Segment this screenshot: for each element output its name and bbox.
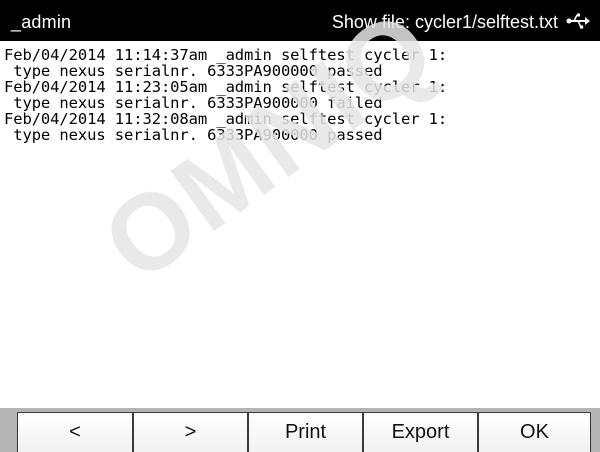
log-line: Feb/04/2014 11:14:37am _admin selftest c… bbox=[4, 47, 448, 64]
log-line: Feb/04/2014 11:23:05am _admin selftest c… bbox=[4, 78, 448, 96]
previous-button[interactable]: < bbox=[17, 412, 133, 452]
user-name: _admin bbox=[11, 12, 72, 32]
window-title: Show file: cycler1/selftest.txt bbox=[331, 12, 558, 32]
export-button[interactable]: Export bbox=[363, 412, 478, 452]
log-line: type nexus serialnr. 6333PA900000 passed bbox=[4, 126, 383, 144]
log-line: type nexus serialnr. 6333PA900000 failed bbox=[4, 94, 383, 112]
usb-icon bbox=[566, 13, 590, 29]
print-button[interactable]: Print bbox=[248, 412, 363, 452]
log-line: type nexus serialnr. 6333PA900000 passed bbox=[4, 62, 383, 80]
title-bar: _admin Show file: cycler1/selftest.txt bbox=[0, 0, 600, 41]
next-button[interactable]: > bbox=[133, 412, 248, 452]
log-line: Feb/04/2014 11:32:08am _admin selftest c… bbox=[4, 110, 448, 128]
screen: _admin Show file: cycler1/selftest.txt F… bbox=[0, 0, 600, 452]
button-bar: < > Print Export OK bbox=[0, 408, 600, 452]
file-content[interactable]: Feb/04/2014 11:14:37am _admin selftest c… bbox=[4, 47, 594, 405]
ok-button[interactable]: OK bbox=[478, 412, 591, 452]
